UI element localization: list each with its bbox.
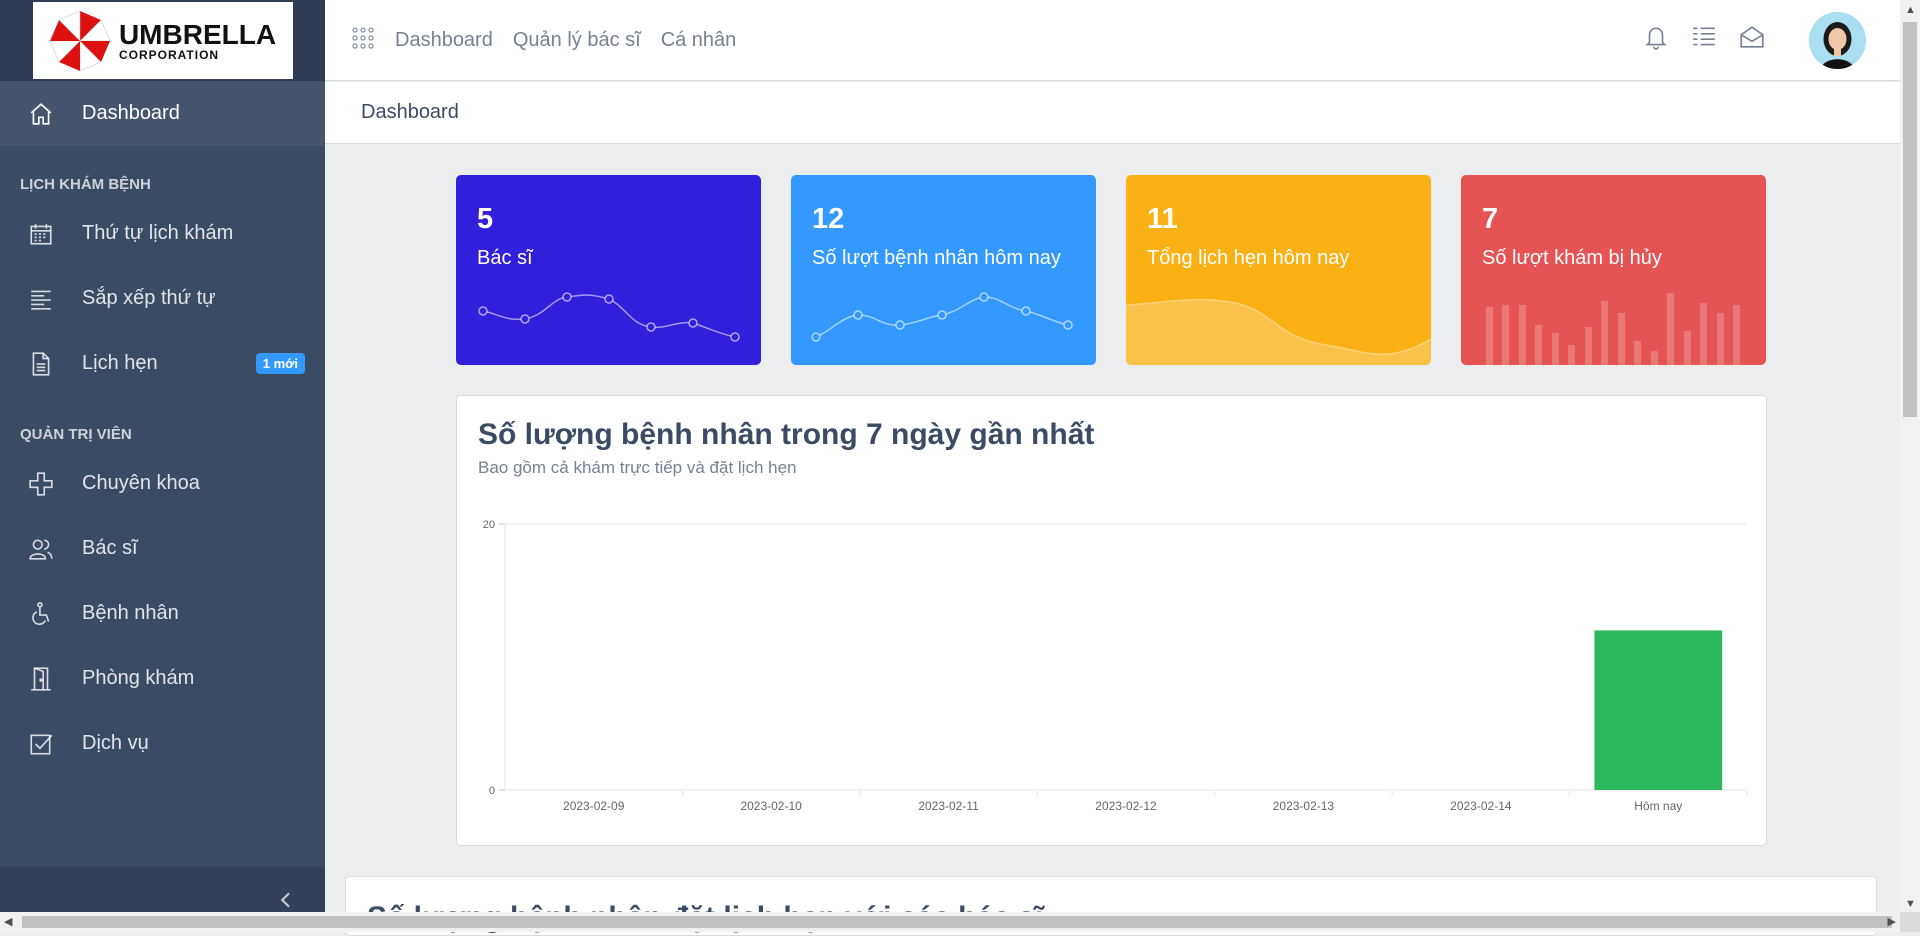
chart-card-patients-7-days: Số lượng bệnh nhân trong 7 ngày gần nhất…	[456, 395, 1767, 846]
checkbox-icon	[28, 731, 54, 757]
stat-value: 12	[812, 203, 844, 236]
door-icon	[28, 666, 54, 692]
stat-label: Tổng lịch hẹn hôm nay	[1147, 247, 1349, 270]
x-tick-label: 2023-02-11	[918, 799, 979, 813]
task-list-icon[interactable]	[1691, 24, 1717, 50]
new-badge: 1 mới	[256, 353, 305, 374]
stat-card-doctors[interactable]: 5 Bác sĩ	[456, 175, 761, 365]
scroll-down-icon[interactable]: ▼	[1905, 898, 1916, 910]
horizontal-scrollbar[interactable]: ◀ ▶	[0, 912, 1900, 932]
sidebar-item-label: Bệnh nhân	[82, 602, 179, 625]
sparkline-line	[456, 285, 761, 365]
brand-line1: UMBRELLA	[119, 21, 276, 49]
sidebar-item-label: Thứ tự lịch khám	[82, 222, 233, 245]
sparkline-line	[791, 285, 1096, 365]
stat-card-cancelled[interactable]: 7 Số lượt khám bị hủy	[1461, 175, 1766, 365]
sidebar-section-title: QUẢN TRỊ VIÊN	[0, 396, 325, 451]
header-link-ca-nhan[interactable]: Cá nhân	[661, 29, 737, 52]
medical-cross-icon	[28, 471, 54, 497]
brand-text: UMBRELLA CORPORATION	[119, 21, 276, 61]
sidebar-item-label: Chuyên khoa	[82, 472, 200, 495]
chevron-left-icon	[277, 891, 295, 909]
header-link-dashboard[interactable]: Dashboard	[395, 29, 493, 52]
header: Dashboard Quản lý bác sĩ Cá nhân	[325, 0, 1900, 81]
sidebar-item-thu-tu-lich-kham[interactable]: Thứ tự lịch khám	[0, 201, 325, 266]
apps-grid-icon[interactable]	[351, 26, 375, 55]
brand-logo[interactable]: UMBRELLA CORPORATION	[33, 2, 293, 79]
stat-card-appointments-today[interactable]: 11 Tổng lịch hẹn hôm nay	[1126, 175, 1431, 365]
header-link-quan-ly-bac-si[interactable]: Quản lý bác sĩ	[513, 29, 641, 52]
document-icon	[28, 351, 54, 377]
sidebar-item-label: Sắp xếp thứ tự	[82, 287, 216, 310]
x-tick-label: 2023-02-14	[1450, 799, 1512, 813]
breadcrumb-item[interactable]: Dashboard	[361, 101, 459, 124]
scrollbar-corner	[1900, 912, 1920, 932]
y-tick-label: 20	[483, 519, 495, 531]
x-tick-label: 2023-02-09	[563, 799, 625, 813]
avatar[interactable]	[1809, 12, 1866, 69]
sidebar-item-dashboard[interactable]: Dashboard	[0, 81, 325, 146]
x-tick-label: 2023-02-10	[740, 799, 802, 813]
umbrella-logo-icon	[49, 10, 111, 72]
sidebar-item-label: Dashboard	[82, 102, 180, 125]
x-tick-label: 2023-02-12	[1095, 799, 1157, 813]
stat-value: 7	[1482, 203, 1498, 236]
sidebar-item-label: Dịch vụ	[82, 732, 149, 755]
breadcrumb: Dashboard	[325, 82, 1900, 144]
sidebar-item-label: Phòng khám	[82, 667, 194, 690]
chart-title: Số lượng bệnh nhân trong 7 ngày gần nhất	[478, 418, 1094, 452]
sidebar-item-bac-si[interactable]: Bác sĩ	[0, 516, 325, 581]
vertical-scrollbar[interactable]: ▲ ▼	[1900, 0, 1920, 912]
scroll-up-icon[interactable]: ▲	[1905, 4, 1916, 16]
x-tick-label: 2023-02-13	[1273, 799, 1335, 813]
scroll-left-icon[interactable]: ◀	[4, 915, 12, 928]
sidebar-item-sap-xep-thu-tu[interactable]: Sắp xếp thứ tự	[0, 266, 325, 331]
stat-label: Số lượt bệnh nhân hôm nay	[812, 247, 1061, 270]
sidebar-item-chuyen-khoa[interactable]: Chuyên khoa	[0, 451, 325, 516]
bar-chart: 0 20 2023-02-09 2023-02-10 2023-02-11 2023-02…	[457, 494, 1766, 845]
stat-value: 5	[477, 203, 493, 236]
brand-line2: CORPORATION	[119, 49, 276, 61]
sidebar-item-dich-vu[interactable]: Dịch vụ	[0, 711, 325, 776]
people-icon	[28, 536, 54, 562]
sidebar: UMBRELLA CORPORATION Dashboard LỊCH KHÁM…	[0, 0, 325, 932]
stat-label: Bác sĩ	[477, 247, 533, 270]
home-icon	[28, 101, 54, 127]
scroll-right-icon[interactable]: ▶	[1888, 915, 1896, 928]
sparkline-bars	[1461, 285, 1766, 365]
sidebar-section-title: LỊCH KHÁM BỆNH	[0, 146, 325, 201]
brand: UMBRELLA CORPORATION	[0, 0, 325, 81]
sparkline-area	[1126, 285, 1431, 365]
align-left-icon	[28, 286, 54, 312]
calendar-icon	[28, 221, 54, 247]
sidebar-item-lich-hen[interactable]: Lịch hẹn 1 mới	[0, 331, 325, 396]
header-icons	[1643, 24, 1765, 50]
sidebar-item-label: Lịch hẹn	[82, 352, 158, 375]
sidebar-item-label: Bác sĩ	[82, 537, 138, 560]
sidebar-item-benh-nhan[interactable]: Bệnh nhân	[0, 581, 325, 646]
sidebar-item-phong-kham[interactable]: Phòng khám	[0, 646, 325, 711]
vertical-scrollbar-thumb[interactable]	[1903, 22, 1917, 417]
bell-icon[interactable]	[1643, 24, 1669, 50]
y-tick-label: 0	[489, 785, 495, 797]
stat-value: 11	[1147, 203, 1178, 236]
bar	[1594, 630, 1722, 790]
wheelchair-icon	[28, 601, 54, 627]
chart-subtitle: Bao gồm cả khám trực tiếp và đặt lịch hẹ…	[478, 458, 796, 478]
horizontal-scrollbar-thumb[interactable]	[22, 916, 1892, 928]
x-tick-label: Hôm nay	[1634, 799, 1682, 813]
stat-card-patients-today[interactable]: 12 Số lượt bệnh nhân hôm nay	[791, 175, 1096, 365]
stat-label: Số lượt khám bị hủy	[1482, 247, 1662, 270]
envelope-icon[interactable]	[1739, 24, 1765, 50]
